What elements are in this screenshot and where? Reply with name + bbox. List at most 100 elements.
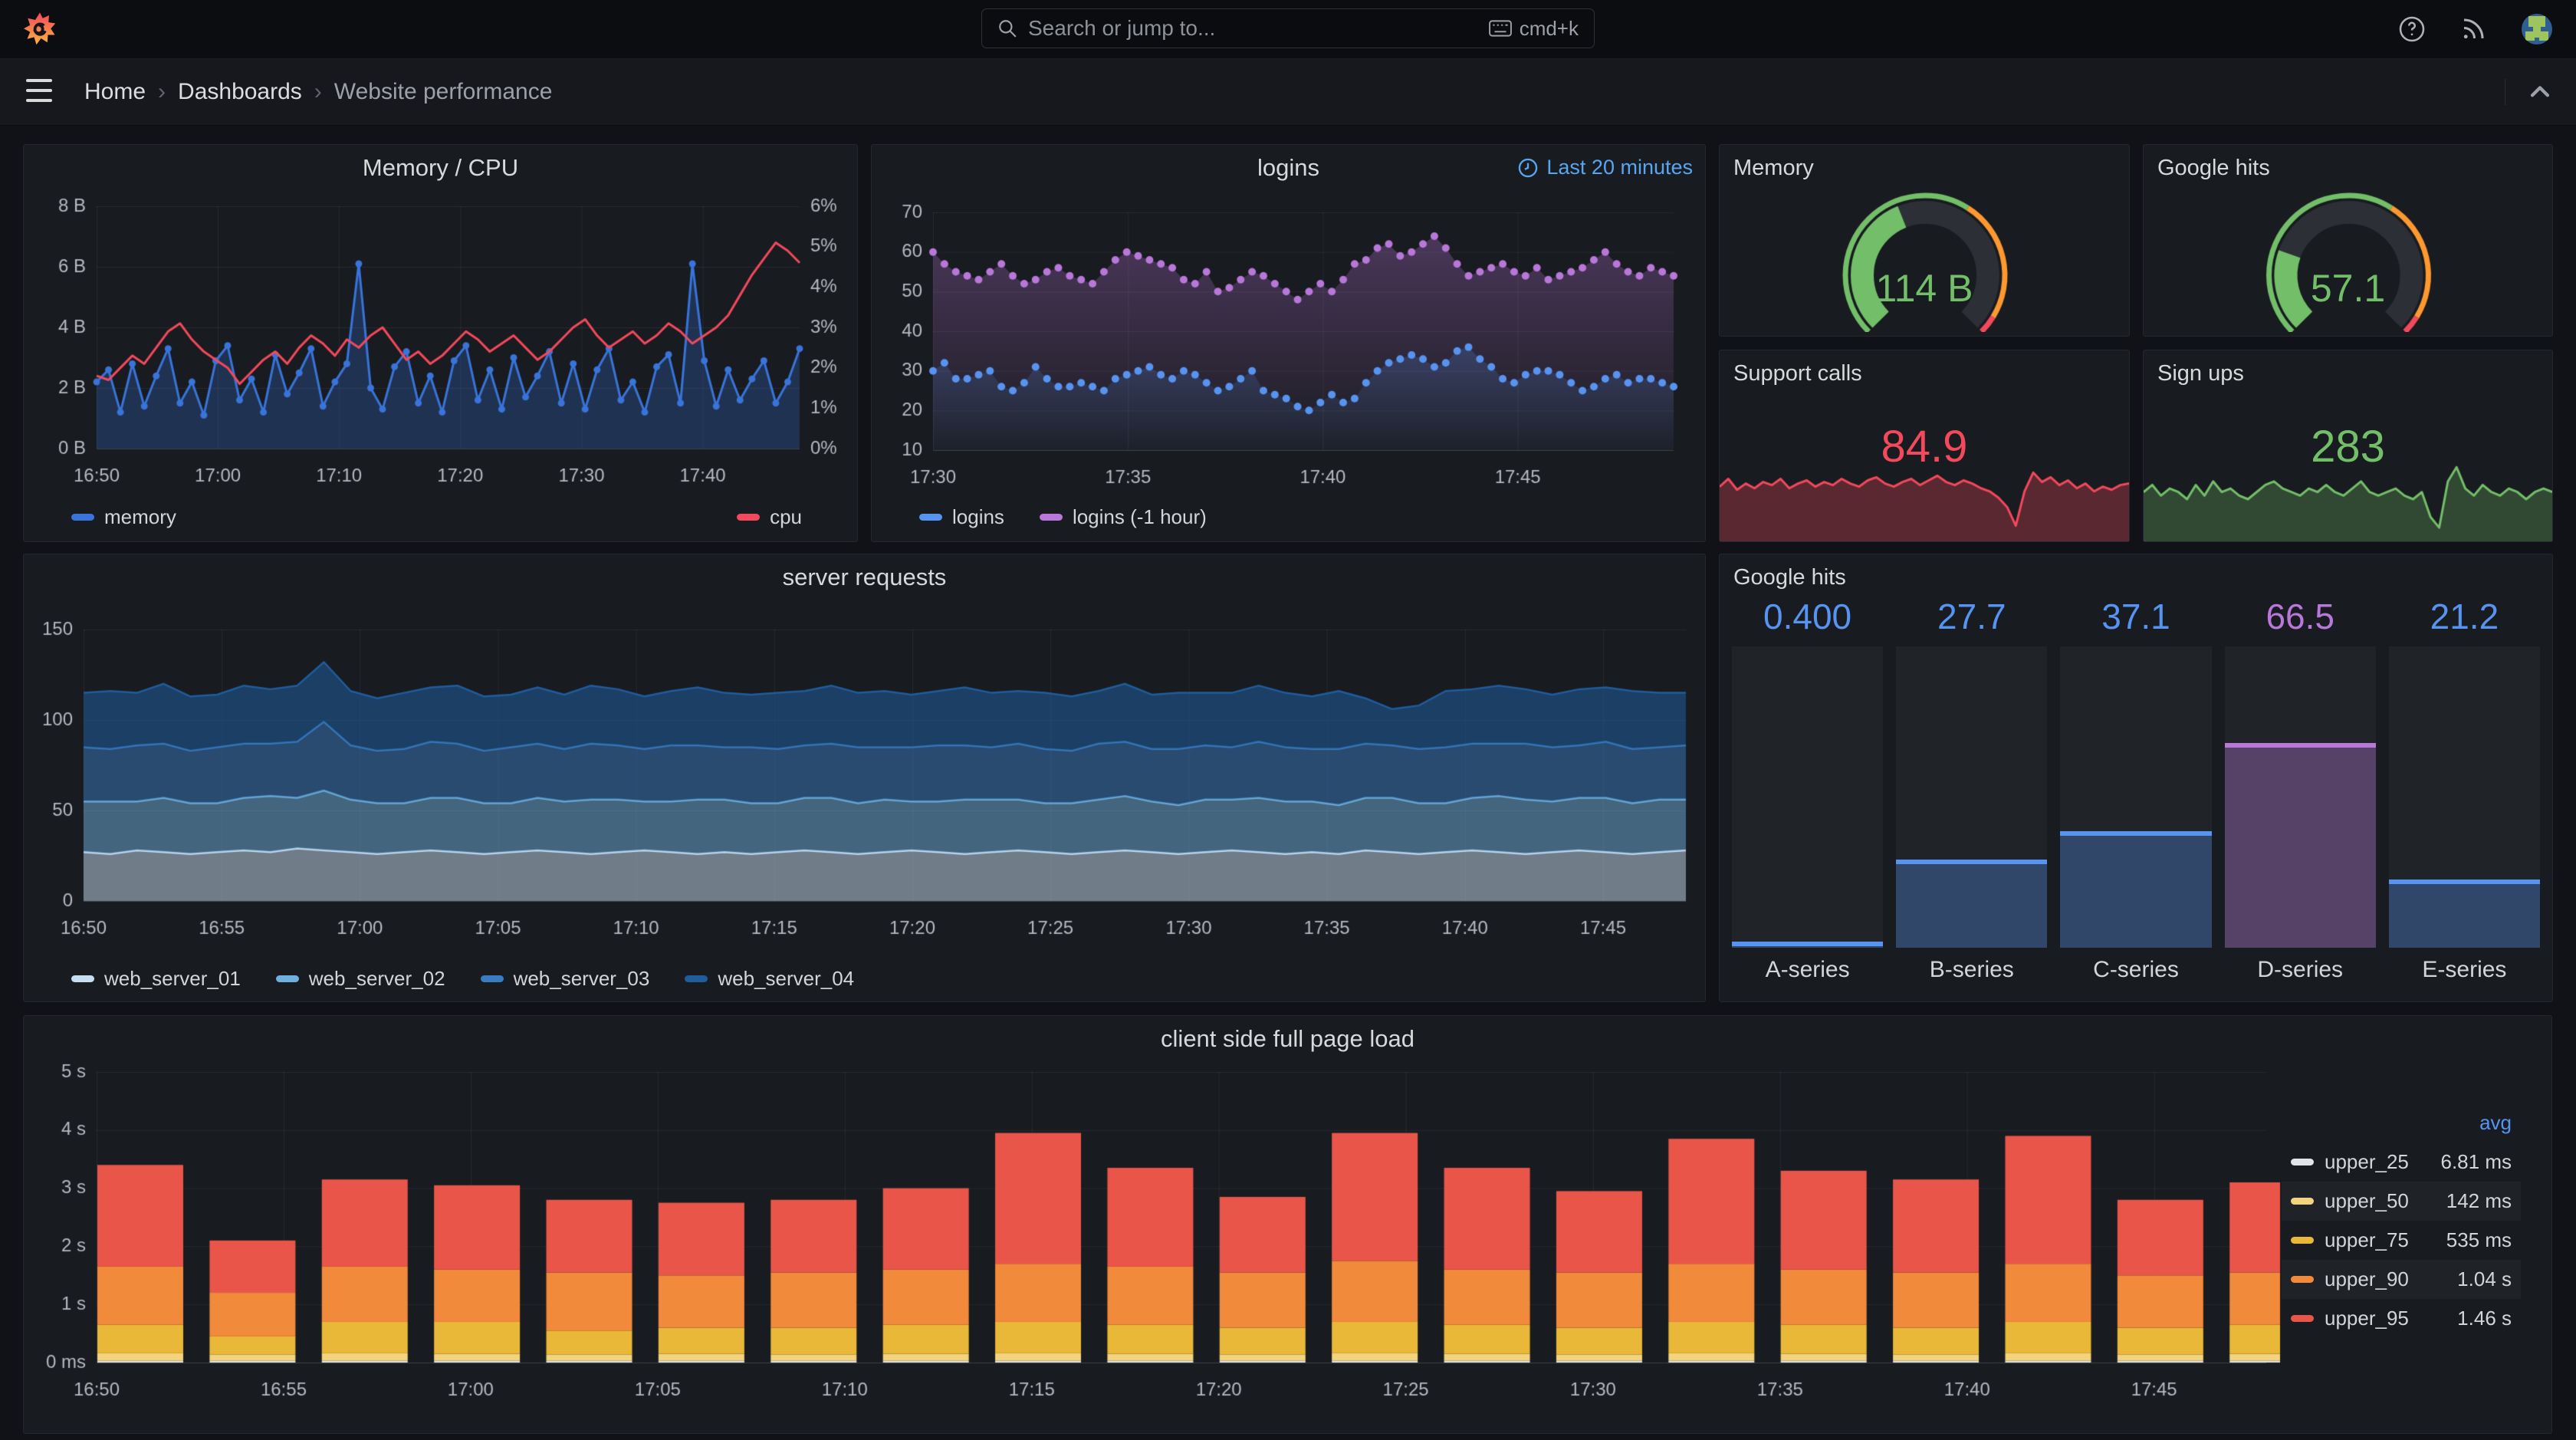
legend-swatch	[2291, 1198, 2314, 1205]
panel-logins: logins Last 20 minutes loginslogins (-1 …	[871, 144, 1707, 543]
chevron-up-icon[interactable]	[2527, 79, 2553, 105]
gauge-value: 57.1	[2310, 267, 2386, 310]
legend-row-upper_50[interactable]: upper_50 142 ms	[2282, 1182, 2521, 1221]
bar-value: 27.7	[1937, 597, 2006, 636]
top-nav: Search or jump to... cmd+k	[0, 0, 2576, 59]
legend-label: web_server_04	[718, 967, 855, 990]
bar-track	[1732, 646, 1884, 948]
memory-cpu-chart[interactable]	[24, 145, 859, 543]
stat-value: 283	[2311, 422, 2385, 472]
legend-item-logins[interactable]: logins	[919, 505, 1004, 529]
legend-item-web-server-04[interactable]: web_server_04	[685, 967, 854, 991]
keyboard-icon	[1488, 20, 1512, 37]
legend-swatch	[2291, 1159, 2314, 1165]
legend-item-cpu[interactable]: cpu	[737, 505, 802, 529]
legend-swatch	[480, 975, 504, 982]
client-load-legend: avg upper_25 6.81 ms upper_50 142 ms upper_75…	[2282, 1106, 2521, 1338]
search-input[interactable]: Search or jump to... cmd+k	[981, 8, 1595, 48]
bar-fill	[2224, 742, 2376, 948]
legend-avg-value: 142 ms	[2446, 1189, 2512, 1212]
bar-gauge-a-series[interactable]: 0.400 A-series	[1732, 596, 1884, 994]
bar-value: 0.400	[1763, 597, 1852, 636]
bar-fill	[2388, 879, 2541, 948]
memory-cpu-legend: memory cpu	[71, 505, 802, 529]
legend-label: cpu	[770, 505, 802, 528]
legend-label: upper_75	[2325, 1228, 2409, 1251]
bar-category-label: A-series	[1765, 957, 1850, 982]
legend-row-upper_75[interactable]: upper_75 535 ms	[2282, 1221, 2521, 1260]
legend-swatch	[275, 975, 299, 982]
breadcrumb-item-dashboards[interactable]: Dashboards	[178, 79, 302, 105]
help-icon[interactable]	[2398, 15, 2426, 43]
legend-item-logins-1-hour-[interactable]: logins (-1 hour)	[1039, 505, 1207, 529]
bar-gauge-e-series[interactable]: 21.2 E-series	[2388, 596, 2541, 994]
panel-memory-cpu: Memory / CPU memorycpu	[23, 144, 859, 543]
legend-item-web-server-02[interactable]: web_server_02	[275, 967, 445, 991]
legend-label: logins	[952, 505, 1004, 528]
panel-title[interactable]: Sign ups	[2157, 361, 2244, 386]
legend-label: web_server_03	[513, 967, 650, 990]
legend-label: upper_25	[2325, 1150, 2409, 1173]
grafana-dashboard: Search or jump to... cmd+k Home › Dashboar…	[0, 0, 2576, 1440]
bar-gauge-b-series[interactable]: 27.7 B-series	[1896, 596, 2048, 994]
panel-title[interactable]: Memory	[1733, 156, 1814, 181]
bar-track	[2224, 646, 2376, 948]
legend-avg-value: 535 ms	[2446, 1228, 2512, 1251]
bar-value: 66.5	[2266, 597, 2334, 636]
bar-fill	[1896, 860, 2048, 948]
panel-support-calls: Support calls 84.9	[1719, 350, 2130, 542]
bar-gauge-d-series[interactable]: 66.5 D-series	[2224, 596, 2376, 994]
bar-fill	[2060, 831, 2212, 948]
client-load-chart[interactable]	[24, 1016, 2553, 1435]
legend-label: upper_50	[2325, 1189, 2409, 1212]
bar-fill	[1732, 942, 1884, 948]
server-requests-chart[interactable]	[24, 554, 1707, 1003]
logins-chart[interactable]	[872, 145, 1707, 543]
legend-label: upper_95	[2325, 1307, 2409, 1330]
legend-avg-value: 1.04 s	[2457, 1267, 2512, 1290]
legend-label: memory	[104, 505, 176, 528]
bar-category-label: B-series	[1929, 957, 2014, 982]
legend-swatch	[1039, 514, 1063, 521]
legend-row-upper_95[interactable]: upper_95 1.46 s	[2282, 1299, 2521, 1338]
user-avatar[interactable]	[2521, 13, 2553, 45]
panel-client-load: client side full page load avgupper_256.…	[23, 1015, 2553, 1435]
panel-title[interactable]: Google hits	[1733, 565, 1846, 590]
legend-swatch	[737, 514, 761, 521]
legend-row-upper_25[interactable]: upper_25 6.81 ms	[2282, 1142, 2521, 1182]
logins-legend: logins logins (-1 hour)	[919, 505, 1207, 529]
bar-category-label: C-series	[2093, 957, 2179, 982]
legend-avg-value: 1.46 s	[2457, 1307, 2512, 1330]
legend-swatch	[2291, 1276, 2314, 1283]
menu-icon[interactable]	[26, 79, 52, 102]
search-icon	[999, 20, 1017, 38]
shortcut-label: cmd+k	[1519, 16, 1579, 40]
legend-avg-value: 6.81 ms	[2440, 1150, 2512, 1173]
legend-label: logins (-1 hour)	[1072, 505, 1207, 528]
grafana-logo-icon[interactable]	[21, 11, 58, 48]
legend-swatch	[685, 975, 708, 982]
bar-track	[1896, 646, 2048, 948]
search-placeholder: Search or jump to...	[1028, 16, 1216, 40]
panel-title[interactable]: Support calls	[1733, 361, 1862, 386]
legend-item-web-server-01[interactable]: web_server_01	[71, 967, 241, 991]
panel-google-gauge: Google hits 57.1	[2143, 144, 2554, 337]
bar-category-label: D-series	[2257, 957, 2344, 982]
bar-gauge-c-series[interactable]: 37.1 C-series	[2060, 596, 2212, 994]
panel-sign-ups: Sign ups 283	[2143, 350, 2553, 542]
bar-track	[2060, 646, 2212, 948]
legend-label: web_server_01	[104, 967, 241, 990]
legend-row-upper_90[interactable]: upper_90 1.04 s	[2282, 1260, 2521, 1299]
legend-item-web-server-03[interactable]: web_server_03	[480, 967, 650, 991]
panel-server-requests: server requests web_server_01web_server_…	[23, 554, 1707, 1003]
breadcrumb-item-website-performance: Website performance	[334, 79, 553, 104]
rss-icon[interactable]	[2459, 15, 2487, 43]
panel-title[interactable]: Google hits	[2157, 156, 2270, 181]
nav-icons	[2398, 0, 2576, 58]
breadcrumb-item-home[interactable]: Home	[84, 79, 146, 105]
legend-swatch	[71, 975, 94, 982]
legend-item-memory[interactable]: memory	[71, 505, 176, 529]
breadcrumb-bar: Home › Dashboards › Website performance	[0, 59, 2576, 126]
legend-swatch	[919, 514, 942, 521]
kiosk-controls	[2505, 59, 2553, 125]
